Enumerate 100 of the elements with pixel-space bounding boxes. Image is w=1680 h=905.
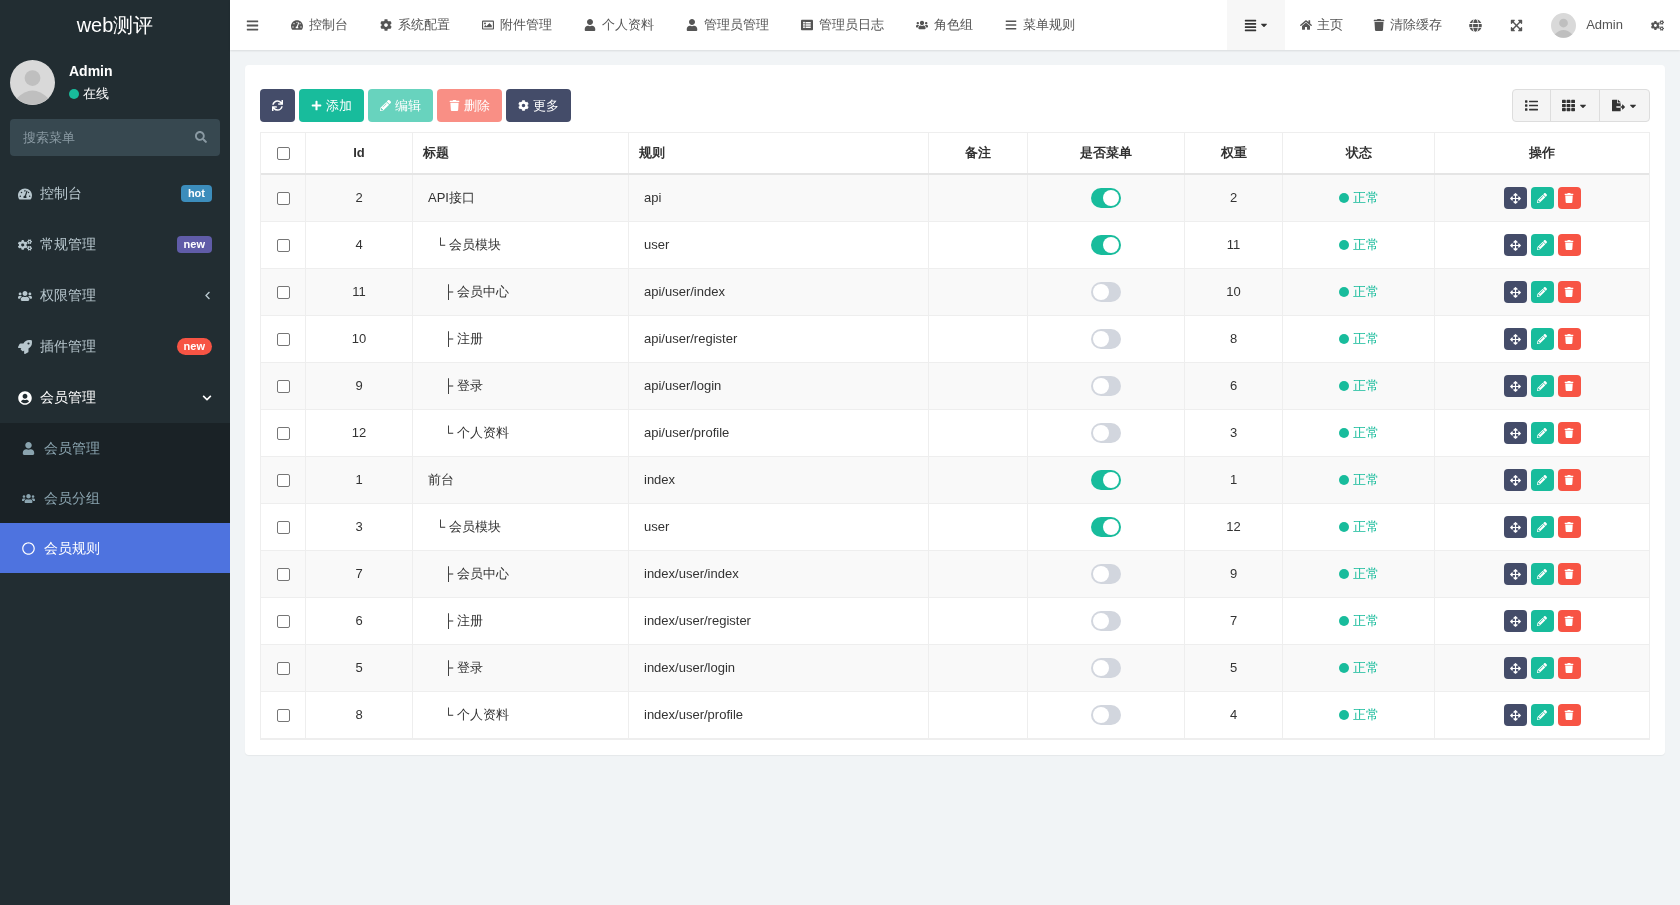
sidebar-item[interactable]: 权限管理 bbox=[0, 270, 230, 321]
delete-row-button[interactable] bbox=[1557, 422, 1581, 444]
delete-row-button[interactable] bbox=[1557, 328, 1581, 350]
submenu-item[interactable]: 会员规则 bbox=[0, 523, 230, 573]
delete-row-button[interactable] bbox=[1557, 234, 1581, 256]
trash-icon bbox=[1564, 616, 1574, 626]
submenu-item[interactable]: 会员分组 bbox=[0, 473, 230, 523]
menu-toggle-switch[interactable] bbox=[1091, 658, 1121, 678]
user-menu-button[interactable]: Admin bbox=[1539, 0, 1635, 50]
trash-icon bbox=[1564, 428, 1574, 438]
row-checkbox[interactable] bbox=[276, 614, 290, 628]
trash-icon bbox=[1564, 475, 1574, 485]
row-checkbox[interactable] bbox=[276, 661, 290, 675]
row-checkbox[interactable] bbox=[276, 473, 290, 487]
drag-button[interactable] bbox=[1503, 234, 1527, 256]
sidebar-item[interactable]: 会员管理 bbox=[0, 372, 230, 423]
row-checkbox[interactable] bbox=[276, 332, 290, 346]
delete-row-button[interactable] bbox=[1557, 187, 1581, 209]
drag-button[interactable] bbox=[1503, 657, 1527, 679]
delete-row-button[interactable] bbox=[1557, 704, 1581, 726]
person-icon bbox=[22, 441, 35, 455]
drag-button[interactable] bbox=[1503, 610, 1527, 632]
menu-toggle-switch[interactable] bbox=[1091, 282, 1121, 302]
drag-button[interactable] bbox=[1503, 422, 1527, 444]
row-checkbox[interactable] bbox=[276, 426, 290, 440]
sidebar-item[interactable]: 插件管理 new bbox=[0, 321, 230, 372]
menu-toggle-switch[interactable] bbox=[1091, 423, 1121, 443]
submenu-item[interactable]: 会员管理 bbox=[0, 423, 230, 473]
nav-tab[interactable]: 个人资料 bbox=[568, 0, 670, 50]
menu-toggle-switch[interactable] bbox=[1091, 611, 1121, 631]
menu-toggle-switch[interactable] bbox=[1091, 376, 1121, 396]
sidebar-item[interactable]: 常规管理 new bbox=[0, 219, 230, 270]
status-text: 正常 bbox=[1352, 377, 1379, 396]
nav-tab[interactable]: 系统配置 bbox=[364, 0, 466, 50]
trash-icon bbox=[1564, 287, 1574, 297]
delete-row-button[interactable] bbox=[1557, 375, 1581, 397]
nav-link[interactable]: 主页 bbox=[1285, 0, 1359, 50]
search-field[interactable]: 搜索菜单 bbox=[10, 119, 220, 156]
delete-row-button[interactable] bbox=[1557, 563, 1581, 585]
delete-row-button[interactable] bbox=[1557, 610, 1581, 632]
menu-icon bbox=[1005, 19, 1017, 31]
logo-text: web测评 bbox=[76, 13, 154, 38]
menu-toggle-switch[interactable] bbox=[1091, 329, 1121, 349]
row-checkbox[interactable] bbox=[276, 285, 290, 299]
drag-button[interactable] bbox=[1503, 328, 1527, 350]
drag-button[interactable] bbox=[1503, 469, 1527, 491]
drag-button[interactable] bbox=[1503, 563, 1527, 585]
delete-row-button[interactable] bbox=[1557, 516, 1581, 538]
gauge-icon bbox=[18, 186, 32, 201]
nav-tab[interactable]: 附件管理 bbox=[466, 0, 568, 50]
delete-row-button[interactable] bbox=[1557, 469, 1581, 491]
nav-tab[interactable]: 管理员管理 bbox=[670, 0, 785, 50]
id-cell-text: 3 bbox=[355, 518, 363, 537]
weight-cell-text: 7 bbox=[1229, 612, 1238, 631]
people-icon bbox=[18, 288, 32, 303]
row-checkbox[interactable] bbox=[276, 379, 290, 393]
rule-cell-text: index/user/login bbox=[644, 659, 736, 678]
move-icon bbox=[1509, 427, 1521, 439]
drag-button[interactable] bbox=[1503, 281, 1527, 303]
menu-toggle-switch[interactable] bbox=[1091, 188, 1121, 208]
refresh-button[interactable] bbox=[260, 89, 295, 122]
sidebar-item[interactable]: 控制台 hot bbox=[0, 168, 230, 219]
more-tabs-button[interactable] bbox=[1227, 0, 1286, 50]
id-cell-text: 11 bbox=[352, 283, 366, 302]
more-button[interactable]: 更多 bbox=[506, 89, 571, 122]
pencil-icon bbox=[1537, 710, 1547, 720]
drag-button[interactable] bbox=[1503, 704, 1527, 726]
drag-button[interactable] bbox=[1503, 187, 1527, 209]
rule-cell-text: user bbox=[644, 518, 670, 537]
delete-row-button[interactable] bbox=[1557, 657, 1581, 679]
weight-cell-text: 8 bbox=[1229, 330, 1238, 349]
nav-tab[interactable]: 管理员日志 bbox=[785, 0, 900, 50]
menu-toggle-switch[interactable] bbox=[1091, 564, 1121, 584]
select-all-checkbox[interactable] bbox=[276, 146, 290, 160]
menu-toggle-switch[interactable] bbox=[1091, 705, 1121, 725]
status-text: 正常 bbox=[1352, 283, 1379, 302]
move-icon bbox=[1509, 521, 1521, 533]
trash-icon bbox=[1564, 710, 1574, 720]
menu-toggle-switch[interactable] bbox=[1091, 470, 1121, 490]
pencil-icon bbox=[1537, 193, 1547, 203]
menu-toggle-switch[interactable] bbox=[1091, 235, 1121, 255]
drag-button[interactable] bbox=[1503, 375, 1527, 397]
id-cell-text: 12 bbox=[351, 424, 367, 443]
row-checkbox[interactable] bbox=[276, 238, 290, 252]
id-cell-text: 5 bbox=[355, 659, 363, 678]
row-checkbox[interactable] bbox=[276, 191, 290, 205]
row-checkbox[interactable] bbox=[276, 567, 290, 581]
column-header: 是否菜单 bbox=[1080, 144, 1132, 163]
pencil-icon bbox=[1537, 522, 1547, 532]
delete-row-button[interactable] bbox=[1557, 281, 1581, 303]
nav-tab[interactable]: 控制台 bbox=[275, 0, 364, 50]
row-checkbox[interactable] bbox=[276, 708, 290, 722]
nav-link[interactable]: 清除缓存 bbox=[1358, 0, 1458, 50]
rule-cell-text: index/user/profile bbox=[644, 706, 743, 725]
nav-tab[interactable]: 菜单规则 bbox=[989, 0, 1091, 50]
weight-cell-text: 2 bbox=[1229, 189, 1238, 208]
menu-toggle-switch[interactable] bbox=[1091, 517, 1121, 537]
drag-button[interactable] bbox=[1503, 516, 1527, 538]
row-checkbox[interactable] bbox=[276, 520, 290, 534]
nav-tab[interactable]: 角色组 bbox=[900, 0, 989, 50]
